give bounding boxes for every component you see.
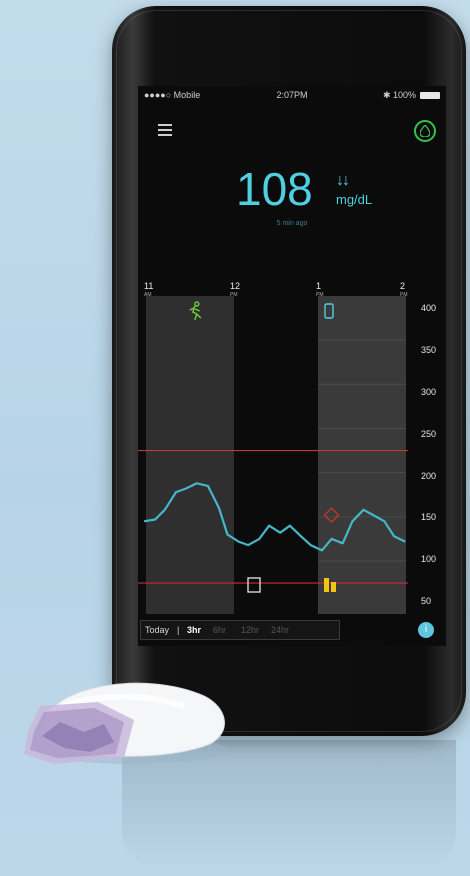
- y-label-50: 50: [421, 596, 432, 606]
- exercise-band: [146, 296, 234, 614]
- y-label-250: 250: [421, 429, 437, 439]
- insulin-icon-2: [331, 582, 336, 592]
- blood-drop-icon: [420, 125, 430, 137]
- battery-icon: [420, 92, 440, 99]
- range-3hr[interactable]: 3hr: [187, 625, 201, 635]
- range-separator: |: [177, 625, 180, 635]
- reading-age: 5 min ago: [276, 220, 308, 227]
- range-today[interactable]: Today: [145, 625, 169, 635]
- insulin-icon: [324, 578, 329, 592]
- y-label-200: 200: [421, 471, 437, 481]
- y-label-400: 400: [421, 303, 437, 313]
- menu-icon[interactable]: [158, 124, 172, 136]
- glucose-unit: mg/dL: [336, 192, 373, 207]
- insulin-band: [318, 296, 406, 614]
- y-label-100: 100: [421, 554, 437, 564]
- battery-label: ✱ 100%: [382, 90, 416, 100]
- glucose-chart: [138, 296, 408, 614]
- y-label-150: 150: [421, 512, 437, 522]
- trend-arrow-icon: ↓↓: [336, 172, 350, 189]
- note-icon: [247, 577, 261, 593]
- range-12hr[interactable]: 12hr: [241, 625, 259, 635]
- app-screen: ●●●●○ Mobile 2:07PM ✱ 100% 108 ↓↓ mg/dL …: [138, 86, 446, 646]
- range-24hr[interactable]: 24hr: [271, 625, 289, 635]
- info-button[interactable]: i: [418, 622, 434, 638]
- y-label-300: 300: [421, 387, 437, 397]
- y-label-350: 350: [421, 345, 437, 355]
- range-selector: Today | 3hr 6hr 12hr 24hr: [140, 620, 340, 640]
- range-6hr[interactable]: 6hr: [213, 625, 226, 635]
- status-bar: ●●●●○ Mobile 2:07PM ✱ 100%: [138, 86, 446, 104]
- blood-drop-button[interactable]: [414, 120, 436, 142]
- sensor-device: [24, 682, 228, 764]
- glucose-value: 108: [236, 163, 313, 215]
